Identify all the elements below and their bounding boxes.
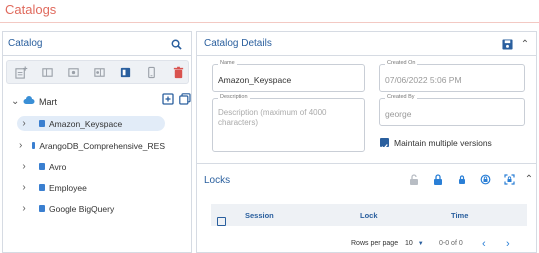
chevron-right-icon[interactable]: › — [17, 140, 24, 151]
device-icon[interactable] — [144, 65, 158, 79]
created-on-value: 07/06/2022 5:06 PM — [385, 75, 462, 85]
pagination-range: 0-0 of 0 — [439, 240, 463, 247]
add-catalog-icon[interactable] — [14, 65, 28, 79]
name-field-label: Name — [218, 60, 237, 66]
column-header-lock[interactable]: Lock — [360, 211, 378, 220]
locks-title: Locks — [204, 175, 231, 186]
file-icon — [39, 205, 45, 212]
maintain-versions-label: Maintain multiple versions — [394, 138, 492, 148]
rows-per-page-label: Rows per page — [351, 240, 399, 247]
next-page-icon[interactable]: › — [506, 238, 510, 250]
catalog-panel: Catalog ⌄ Mart › Amazon_Keyspace › Arang… — [2, 31, 192, 253]
tree-item[interactable]: › ArangoDB_Comprehensive_RES — [17, 138, 165, 153]
save-icon[interactable] — [500, 37, 514, 51]
catalog-panel-title: Catalog — [8, 38, 43, 49]
catalog-details-header: Catalog Details ⌃ — [197, 32, 536, 56]
title-divider — [0, 22, 539, 23]
tree-item[interactable]: › Amazon_Keyspace — [17, 116, 165, 131]
created-on-label: Created On — [385, 60, 418, 66]
created-on-field: Created On 07/06/2022 5:06 PM — [379, 60, 525, 92]
tree-item[interactable]: › Avro — [17, 159, 165, 174]
description-placeholder: Description (maximum of 4000 characters) — [218, 108, 327, 127]
chevron-right-icon[interactable]: › — [17, 203, 31, 214]
catalog-details-panel: Catalog Details ⌃ Name Amazon_Keyspace C… — [196, 31, 537, 253]
locks-chevron-up-icon[interactable]: ⌃ — [523, 173, 535, 185]
column-header-time[interactable]: Time — [451, 211, 468, 220]
description-field[interactable]: Description Description (maximum of 4000… — [212, 94, 365, 152]
locks-table-header: Session Lock Time — [211, 204, 527, 226]
tree-item[interactable]: › Employee — [17, 180, 165, 195]
file-icon — [39, 184, 45, 191]
chevron-right-icon[interactable]: › — [17, 182, 31, 193]
lock-frame-icon[interactable] — [503, 173, 515, 185]
chevron-right-icon[interactable]: › — [17, 118, 31, 129]
caret-down-icon: ▼ — [417, 241, 424, 247]
created-by-field: Created By george — [379, 94, 525, 126]
name-field[interactable]: Name Amazon_Keyspace — [212, 60, 365, 92]
split-view-icon[interactable] — [118, 65, 132, 79]
catalog-panel-header: Catalog — [3, 32, 191, 56]
rows-per-page-value: 10 — [405, 240, 413, 247]
created-by-label: Created By — [385, 94, 417, 100]
tree-item-label: Employee — [49, 182, 87, 193]
eye-icon[interactable] — [66, 65, 80, 79]
catalog-toolbar — [6, 60, 189, 84]
column-header-session[interactable]: Session — [245, 211, 274, 220]
tree-item-label: Amazon_Keyspace — [49, 118, 123, 129]
lock-refresh-icon[interactable] — [479, 173, 491, 185]
page-title: Catalogs — [5, 2, 57, 17]
copy-icon[interactable] — [178, 92, 191, 105]
catalog-details-title: Catalog Details — [204, 38, 272, 49]
rows-per-page-select[interactable]: 10 ▼ — [405, 240, 424, 247]
delete-icon[interactable] — [171, 65, 185, 79]
name-field-value: Amazon_Keyspace — [218, 75, 292, 85]
cloud-icon — [23, 96, 35, 107]
tree-root-label: Mart — [39, 96, 57, 107]
add-folder-icon[interactable] — [161, 92, 174, 105]
maintain-versions-checkbox[interactable] — [380, 138, 389, 150]
chevron-right-icon[interactable]: › — [17, 161, 31, 172]
tree-item-label: Google BigQuery — [49, 203, 115, 214]
description-label: Description — [218, 94, 250, 100]
tree-item[interactable]: › Google BigQuery — [17, 201, 165, 216]
columns-icon[interactable] — [40, 65, 54, 79]
chevron-up-icon[interactable]: ⌃ — [518, 37, 532, 51]
created-by-value: george — [385, 109, 412, 119]
unlock-icon[interactable] — [408, 173, 420, 185]
lock-icon[interactable] — [432, 173, 444, 185]
file-icon — [39, 120, 45, 127]
tree-item-label: Avro — [49, 161, 67, 172]
chevron-down-icon[interactable]: ⌄ — [11, 96, 23, 107]
tree-root[interactable]: ⌄ Mart — [11, 96, 57, 107]
lock-small-icon[interactable] — [456, 173, 468, 185]
previous-page-icon[interactable]: ‹ — [482, 238, 486, 250]
locks-header: Locks ⌃ — [197, 163, 536, 193]
file-icon — [39, 163, 45, 170]
search-icon[interactable] — [169, 37, 183, 51]
tree-item-label: ArangoDB_Comprehensive_RES — [39, 140, 165, 151]
eye-right-icon[interactable] — [92, 65, 106, 79]
file-icon — [32, 142, 36, 149]
